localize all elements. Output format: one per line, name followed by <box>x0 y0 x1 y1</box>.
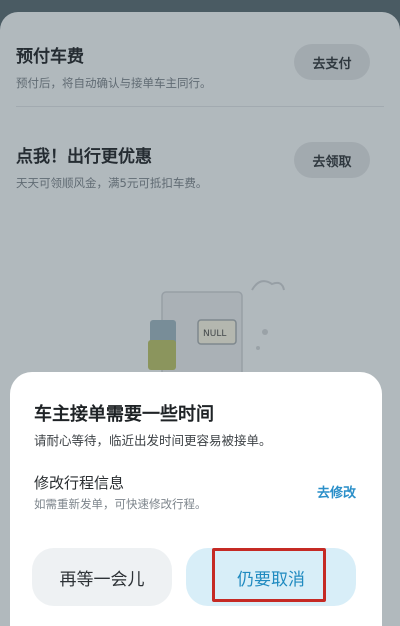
sheet-title: 车主接单需要一些时间 <box>34 404 214 425</box>
wait-longer-button[interactable]: 再等一会儿 <box>32 548 172 606</box>
cancel-confirm-sheet: 车主接单需要一些时间 请耐心等待，临近出发时间更容易被接单。 修改行程信息 如需… <box>10 372 382 626</box>
modify-trip-link[interactable]: 去修改 <box>317 482 356 501</box>
highlight-annotation-box <box>212 548 326 602</box>
sheet-subtitle: 请耐心等待，临近出发时间更容易被接单。 <box>34 433 272 448</box>
modify-trip-subtitle: 如需重新发单，可快速修改行程。 <box>34 497 207 511</box>
modify-trip-title: 修改行程信息 <box>34 474 125 492</box>
